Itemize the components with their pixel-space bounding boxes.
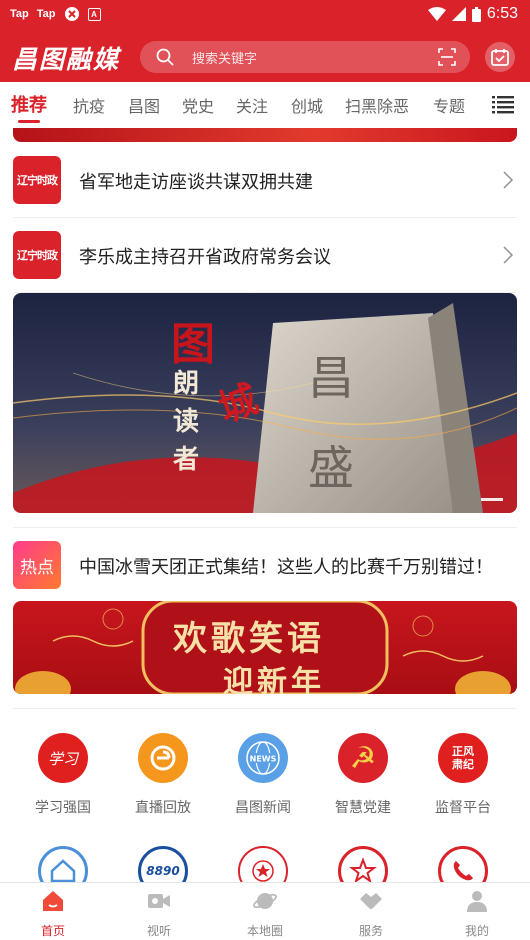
service-label: 智慧党建 xyxy=(335,800,391,816)
nav-label: 服务 xyxy=(358,924,383,938)
nav-service[interactable]: 服务 xyxy=(331,889,411,939)
app-logo: 昌图融媒 xyxy=(12,45,121,74)
nav-av[interactable]: 视听 xyxy=(119,889,199,939)
section-divider xyxy=(13,708,517,709)
service-label: 学习强国 xyxy=(35,800,91,816)
nav-label: 首页 xyxy=(40,924,65,938)
status-app-tap-1: Tap xyxy=(10,8,29,20)
search-bar[interactable]: 搜索关键字 xyxy=(140,41,470,73)
service-supervision[interactable]: 正风肃纪 监督平台 xyxy=(413,733,513,817)
nav-label: 本地圈 xyxy=(246,924,283,938)
scan-icon[interactable] xyxy=(438,48,456,66)
banner-line-2: 迎新年 xyxy=(223,665,325,694)
service-label: 监督平台 xyxy=(435,800,491,816)
service-live-replay[interactable]: 直播回放 xyxy=(113,733,213,817)
status-time: 6:53 xyxy=(486,5,518,22)
xuexi-icon: 学习 xyxy=(38,733,88,783)
nav-home[interactable]: 首页 xyxy=(13,889,93,939)
hero-text-reader: 朗读者 xyxy=(173,369,200,475)
search-icon xyxy=(156,48,174,66)
hot-news-title[interactable]: 中国冰雪天团正式集结！这些人的比赛千万别错过！ xyxy=(79,553,493,579)
news-title[interactable]: 李乐成主持召开省政府常务会议 xyxy=(79,243,331,269)
vpn-icon xyxy=(64,7,79,21)
news-globe-icon: NEWS xyxy=(238,733,288,783)
news-item[interactable]: 辽宁时政 李乐成主持召开省政府常务会议 xyxy=(13,218,517,293)
signal-icon xyxy=(451,7,466,21)
supervision-icon: 正风肃纪 xyxy=(438,733,488,783)
hot-news-item[interactable]: 热点 中国冰雪天团正式集结！这些人的比赛千万别错过！ xyxy=(13,527,517,599)
app-header: 昌图融媒 搜索关键字 xyxy=(0,30,530,82)
tab-recommend[interactable]: 推荐 xyxy=(11,91,47,117)
hot-badge: 热点 xyxy=(13,541,61,589)
svg-text:NEWS: NEWS xyxy=(250,755,277,764)
service-label: 昌图新闻 xyxy=(235,800,291,816)
banner-line-1: 欢歌笑语 xyxy=(173,619,325,659)
home-icon xyxy=(43,891,63,911)
video-icon xyxy=(148,894,170,908)
service-changtu-news[interactable]: NEWS 昌图新闻 xyxy=(213,733,313,817)
status-bar: Tap Tap A 6:53 xyxy=(0,0,530,30)
user-icon xyxy=(467,891,487,912)
source-badge: 辽宁时政 xyxy=(13,156,61,204)
tab-civilized-city[interactable]: 创城 xyxy=(291,93,323,117)
tab-special[interactable]: 专题 xyxy=(433,93,465,117)
source-badge: 辽宁时政 xyxy=(13,231,61,279)
hero-text-tu: 图 xyxy=(171,319,215,370)
service-label: 直播回放 xyxy=(135,800,191,816)
tab-anti-epidemic[interactable]: 抗疫 xyxy=(73,93,105,117)
news-item[interactable]: 辽宁时政 省军地走访座谈共谋双拥共建 xyxy=(13,143,517,218)
nav-me[interactable]: 我的 xyxy=(437,889,517,939)
banner-strip[interactable] xyxy=(13,128,517,142)
hero-text-changsheng: 昌盛 xyxy=(308,351,354,495)
service-smart-party[interactable]: ☭ 智慧党建 xyxy=(313,733,413,817)
menu-icon[interactable] xyxy=(492,96,514,114)
search-placeholder[interactable]: 搜索关键字 xyxy=(192,48,438,67)
tab-follow[interactable]: 关注 xyxy=(236,93,268,117)
new-year-banner[interactable]: 欢歌笑语 迎新年 xyxy=(13,601,517,694)
service-xuexi[interactable]: 学习 学习强国 xyxy=(13,733,113,817)
news-title[interactable]: 省军地走访座谈共谋双拥共建 xyxy=(79,168,313,194)
tab-anti-crime[interactable]: 扫黑除恶 xyxy=(345,93,409,117)
chevron-right-icon xyxy=(503,246,513,264)
calendar-button[interactable] xyxy=(485,42,515,72)
wifi-icon xyxy=(427,7,446,21)
hero-banner[interactable]: 图 朗读者 城 昌盛 xyxy=(13,293,517,513)
app-a-icon: A xyxy=(87,7,101,21)
chevron-right-icon xyxy=(503,171,513,189)
handshake-icon xyxy=(360,893,382,909)
tab-party-history[interactable]: 党史 xyxy=(182,93,214,117)
bottom-nav: 首页 视听 本地圈 服务 我的 xyxy=(0,882,530,940)
nav-local[interactable]: 本地圈 xyxy=(225,889,305,939)
status-app-tap-2: Tap xyxy=(36,8,56,20)
live-replay-icon xyxy=(138,733,188,783)
nav-label: 视听 xyxy=(146,924,171,938)
nav-label: 我的 xyxy=(464,924,489,938)
planet-icon xyxy=(253,893,277,909)
party-emblem-icon: ☭ xyxy=(338,733,388,783)
tab-active-indicator xyxy=(18,120,40,123)
category-tabs: 推荐 抗疫 昌图 党史 关注 创城 扫黑除恶 专题 xyxy=(0,82,530,128)
tab-changtu[interactable]: 昌图 xyxy=(128,93,160,117)
calendar-check-icon xyxy=(491,49,509,66)
battery-icon xyxy=(471,6,481,22)
